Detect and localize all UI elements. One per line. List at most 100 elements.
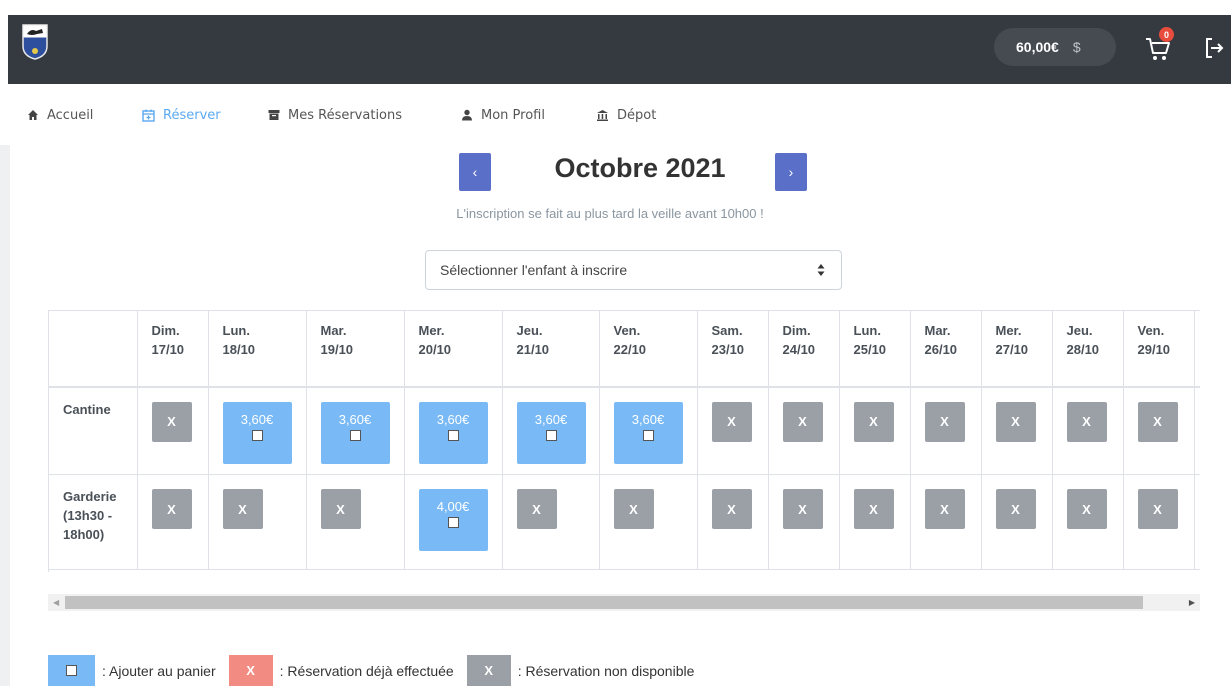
- reserve-price-button[interactable]: 4,00€: [418, 489, 488, 551]
- day-date: 18/10: [222, 342, 256, 357]
- prev-month-button[interactable]: ‹: [459, 153, 491, 191]
- balance-pill[interactable]: 60,00€ $: [994, 28, 1116, 66]
- reserve-price-button[interactable]: 3,60€: [222, 401, 292, 464]
- chevron-left-icon: ‹: [472, 164, 478, 180]
- nav-item-reserver[interactable]: Réserver: [142, 108, 268, 123]
- day-name: Ven.: [613, 323, 641, 338]
- day-date: 26/10: [924, 342, 958, 357]
- row-label: Garderie (13h30 - 18h00): [49, 474, 138, 570]
- day-date: 17/10: [151, 342, 185, 357]
- price-label: 3,60€: [534, 411, 568, 427]
- day-cell: X: [839, 474, 911, 570]
- day-date: 24/10: [782, 342, 816, 357]
- scroll-left-icon[interactable]: ◀: [53, 598, 59, 607]
- day-name: Ven.: [1137, 323, 1165, 338]
- day-name: Lun.: [222, 323, 250, 338]
- day-name: Mer.: [995, 323, 1022, 338]
- nav-item-accueil[interactable]: Accueil: [27, 108, 142, 123]
- day-cell: X: [697, 386, 769, 475]
- reserve-checkbox[interactable]: [251, 429, 263, 441]
- home-icon: [28, 110, 38, 120]
- logout-icon[interactable]: [1204, 36, 1224, 60]
- unavailable-slot: X: [853, 401, 894, 442]
- reserve-price-button[interactable]: 3,60€: [613, 401, 683, 464]
- day-cell: X: [839, 386, 911, 475]
- table-scrollbar[interactable]: ◀ ▶: [48, 594, 1200, 611]
- day-name: Lun.: [853, 323, 881, 338]
- day-header: Lun. 18/10: [208, 310, 307, 388]
- money-deposit-icon: [597, 109, 608, 121]
- day-header: Jeu. 28/10: [1052, 310, 1124, 388]
- day-date: 27/10: [995, 342, 1029, 357]
- calendar-plus-icon: [142, 109, 155, 122]
- nav-item-depot[interactable]: Dépot: [596, 108, 656, 123]
- day-header: Dim. 17/10: [137, 310, 209, 388]
- day-cell: X: [1123, 386, 1195, 475]
- day-cell: [1194, 386, 1200, 475]
- next-month-button[interactable]: ›: [775, 153, 807, 191]
- day-header: Jeu. 21/10: [502, 310, 600, 388]
- main-nav: Accueil Réserver Mes Réservations Mon Pr…: [0, 100, 656, 130]
- table-corner-cell: [49, 310, 138, 388]
- scrollbar-thumb[interactable]: [65, 596, 1143, 609]
- day-cell: 3,60€: [502, 386, 600, 475]
- day-date: 19/10: [320, 342, 354, 357]
- unavailable-slot: X: [613, 489, 654, 529]
- day-header: Mar. 19/10: [306, 310, 405, 388]
- unavailable-slot: X: [853, 489, 894, 529]
- reserve-checkbox[interactable]: [545, 429, 557, 441]
- legend-available-label: : Ajouter au panier: [102, 662, 216, 679]
- balance-amount: 60,00€: [1016, 39, 1059, 55]
- dollar-icon: $: [1072, 39, 1081, 55]
- reserve-checkbox[interactable]: [642, 429, 654, 441]
- reserve-checkbox[interactable]: [349, 429, 361, 441]
- deadline-hint: L'inscription se fait au plus tard la ve…: [456, 206, 764, 221]
- day-date: 22/10: [613, 342, 647, 357]
- user-icon: [462, 109, 472, 121]
- unavailable-slot: X: [1137, 401, 1178, 442]
- day-cell: X: [1123, 474, 1195, 570]
- unavailable-slot: X: [782, 401, 823, 442]
- day-cell: X: [208, 474, 307, 570]
- day-name: Mar.: [924, 323, 951, 338]
- unavailable-slot: X: [924, 489, 965, 529]
- unavailable-slot: X: [711, 401, 752, 442]
- legend-unavailable-swatch: X: [466, 655, 511, 686]
- reserve-price-button[interactable]: 3,60€: [516, 401, 586, 464]
- day-name: Dim.: [782, 323, 811, 338]
- unavailable-slot: X: [151, 401, 192, 442]
- legend-reserved-label: : Réservation déjà effectuée: [279, 662, 454, 679]
- day-name: Mer.: [418, 323, 445, 338]
- unavailable-slot: X: [782, 489, 823, 529]
- table-row: Garderie (13h30 - 18h00) X X X 4,00€ X X X X X X X X…: [49, 474, 1200, 570]
- child-select[interactable]: Sélectionner l'enfant à inscrire: [425, 250, 842, 290]
- reserve-checkbox[interactable]: [447, 429, 459, 441]
- day-date: 23/10: [711, 342, 745, 357]
- day-date: 29/10: [1137, 342, 1171, 357]
- day-header: Dim. 24/10: [768, 310, 840, 388]
- nav-item-mes-reservations[interactable]: Mes Réservations: [268, 108, 461, 123]
- archive-icon: [268, 110, 280, 120]
- nav-item-mon-profil[interactable]: Mon Profil: [461, 108, 596, 123]
- unavailable-slot: X: [222, 489, 263, 529]
- reserve-price-button[interactable]: 3,60€: [320, 401, 390, 464]
- reserve-checkbox[interactable]: [447, 517, 459, 528]
- checkbox-icon: [66, 665, 77, 676]
- day-cell: 3,60€: [599, 386, 698, 475]
- day-header: Sam. 23/10: [697, 310, 769, 388]
- table-row: Cantine X 3,60€ 3,60€ 3,60€ 3,60€ 3,60€ X X X X X X X: [49, 386, 1200, 475]
- day-date: 20/10: [418, 342, 452, 357]
- day-date: 28/10: [1066, 342, 1100, 357]
- scroll-right-icon[interactable]: ▶: [1189, 598, 1195, 607]
- school-logo-icon[interactable]: [22, 24, 48, 60]
- day-cell: X: [910, 386, 982, 475]
- day-cell: X: [599, 474, 698, 570]
- day-header: Lun. 25/10: [839, 310, 911, 388]
- price-label: 4,00€: [436, 499, 470, 514]
- day-name: Dim.: [151, 323, 180, 338]
- day-cell: 4,00€: [404, 474, 503, 570]
- child-select-value: Sélectionner l'enfant à inscrire: [440, 262, 628, 278]
- day-cell: X: [768, 474, 840, 570]
- reserve-price-button[interactable]: 3,60€: [418, 401, 488, 464]
- price-label: 3,60€: [240, 411, 274, 427]
